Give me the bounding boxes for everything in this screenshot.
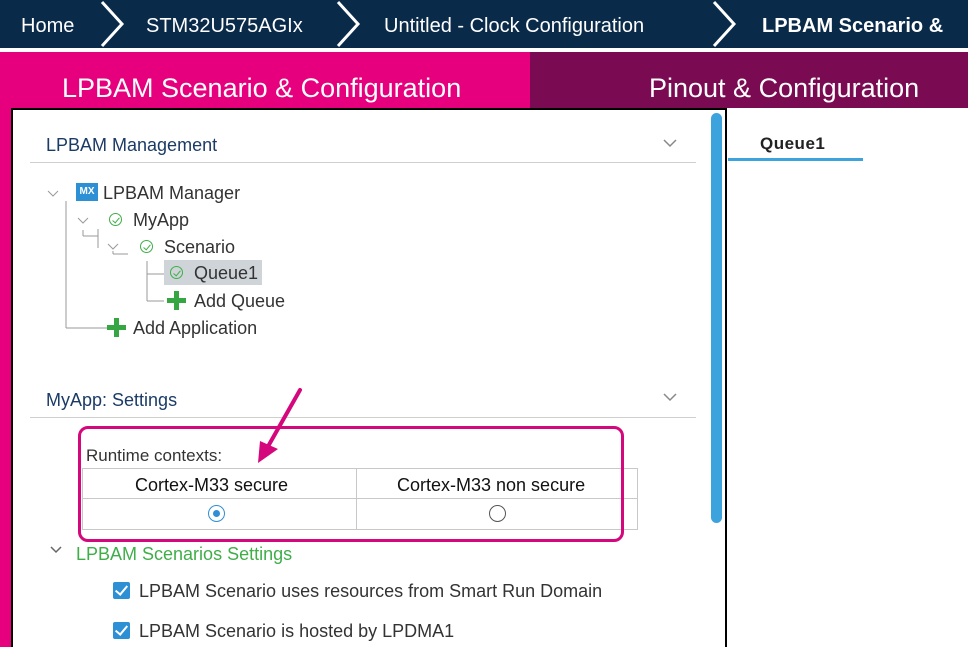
tab-pinout-label: Pinout & Configuration [649, 73, 920, 103]
check-circle-icon [170, 266, 183, 279]
section-scenarios-settings[interactable]: LPBAM Scenarios Settings [76, 543, 292, 565]
breadcrumb-home[interactable]: Home [21, 14, 74, 38]
checkbox-label-smart-run-domain: LPBAM Scenario uses resources from Smart… [139, 581, 603, 601]
tab-bar: LPBAM Scenario & Configuration Pinout & … [0, 52, 968, 108]
tree-lpbam-manager[interactable]: LPBAM Manager [103, 182, 240, 204]
checkbox-smart-run-domain[interactable] [113, 582, 130, 599]
tree-add-application[interactable]: Add Application [133, 317, 257, 339]
tree-queue1[interactable]: Queue1 [194, 262, 258, 284]
chevron-down-icon[interactable] [663, 392, 677, 402]
frame-border [0, 108, 11, 647]
mx-icon: MX [76, 183, 98, 201]
checkbox-hosted-lpdma1[interactable] [113, 622, 130, 639]
tree-add-queue[interactable]: Add Queue [194, 290, 285, 312]
section-divider [30, 417, 696, 418]
tab-lpbam-scenario[interactable]: LPBAM Scenario & Configuration [0, 52, 530, 108]
scrollbar-thumb[interactable] [711, 113, 722, 523]
tab-queue1-underline [728, 158, 863, 161]
check-circle-icon [109, 213, 122, 226]
section-lpbam-management[interactable]: LPBAM Management [46, 134, 217, 156]
chevron-down-icon[interactable] [663, 138, 677, 148]
tree-scenario[interactable]: Scenario [164, 236, 235, 258]
breadcrumb-lpbam[interactable]: LPBAM Scenario & [762, 14, 943, 38]
section-myapp-settings[interactable]: MyApp: Settings [46, 389, 177, 411]
annotation-highlight-box [78, 426, 624, 542]
plus-icon[interactable] [107, 318, 126, 337]
queue-panel [727, 108, 968, 647]
breadcrumb: Home STM32U575AGIx Untitled - Clock Conf… [0, 0, 968, 52]
breadcrumb-device[interactable]: STM32U575AGIx [146, 14, 303, 38]
tab-pinout-configuration[interactable]: Pinout & Configuration [530, 52, 968, 108]
breadcrumb-clock[interactable]: Untitled - Clock Configuration [384, 14, 644, 38]
section-divider [30, 162, 696, 163]
tree-myapp[interactable]: MyApp [133, 209, 189, 231]
arrow-icon [258, 388, 302, 463]
plus-icon[interactable] [167, 291, 186, 310]
tab-lpbam-label: LPBAM Scenario & Configuration [62, 73, 462, 103]
chevron-down-icon[interactable] [50, 545, 64, 555]
check-circle-icon [140, 240, 153, 253]
checkbox-label-hosted-lpdma1: LPBAM Scenario is hosted by LPDMA1 [139, 621, 455, 641]
tab-queue1[interactable]: Queue1 [760, 134, 825, 154]
